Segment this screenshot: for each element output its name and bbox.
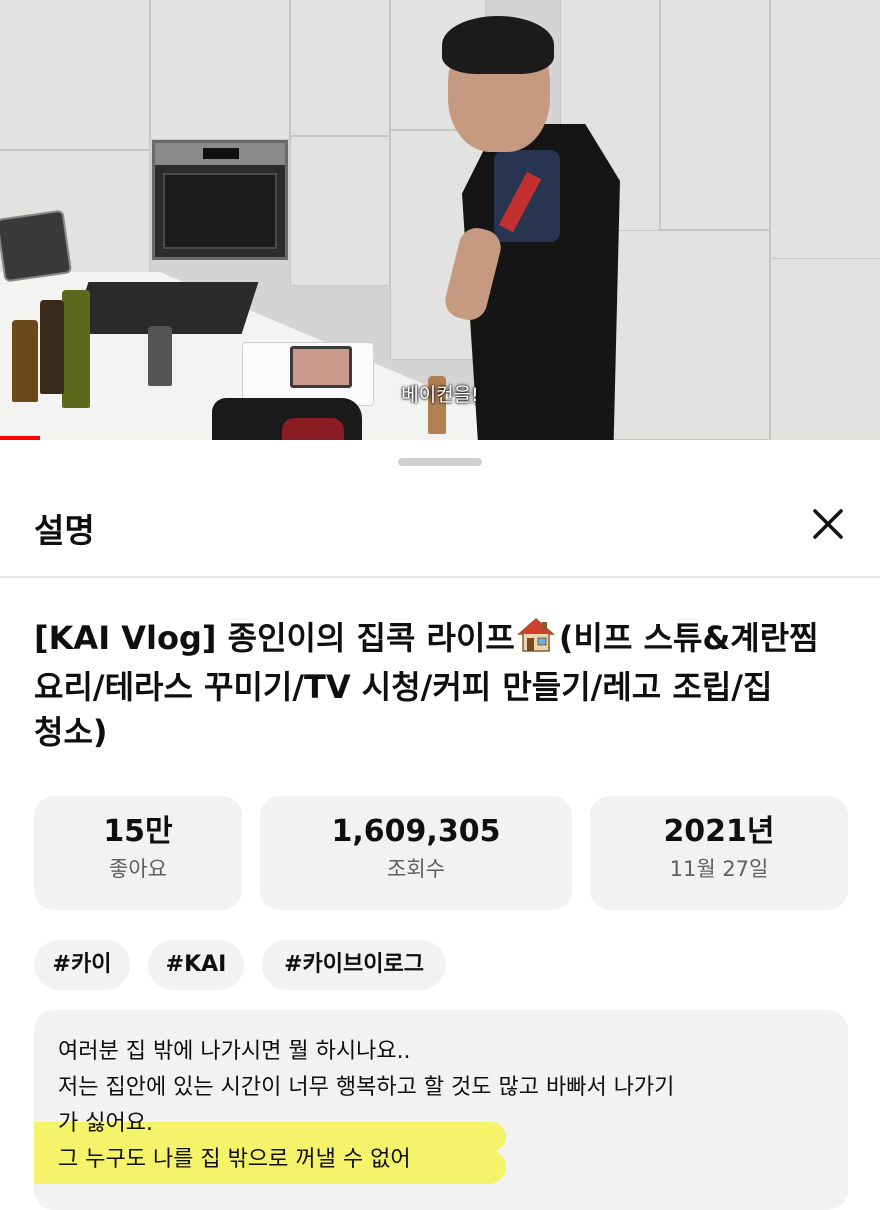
wall-cabinet (660, 0, 770, 230)
hashtag-row: #카이 #KAI #카이브이로그 (34, 940, 854, 990)
description-line: 저는 집안에 있는 시간이 너무 행복하고 할 것도 많고 바빠서 나가기 (58, 1075, 675, 1100)
description-box: 여러분 집 밖에 나가시면 뭘 하시나요.. 저는 집안에 있는 시간이 너무 … (34, 1010, 848, 1210)
video-title: [KAI Vlog] 종인이의 집콕 라이프 (비프 스튜&계란찜 요리/테라스… (34, 616, 854, 755)
video-title-line-2: 요리/테라스 꾸미기/TV 시청/커피 만들기/레고 조립/집 (34, 668, 773, 706)
publish-date: 11월 27일 (669, 857, 769, 881)
drag-handle[interactable] (398, 458, 482, 466)
wall-cabinet (150, 0, 290, 140)
grinder (148, 326, 172, 386)
views-stat: 1,609,305 조회수 (260, 796, 572, 910)
wall-cabinet (0, 0, 150, 150)
phone-on-tripod (0, 209, 73, 283)
likes-count: 15만 (103, 814, 173, 849)
house-icon (516, 617, 555, 665)
raw-meat (282, 418, 344, 440)
likes-stat: 15만 좋아요 (34, 796, 242, 910)
description-line: 가 싫어요. (58, 1111, 153, 1136)
person-hair (442, 16, 554, 74)
stats-row: 15만 좋아요 1,609,305 조회수 2021년 11월 27일 (34, 796, 848, 910)
video-caption: 베이컨을! (401, 384, 479, 406)
description-sheet: 설명 [KAI Vlog] 종인이의 집콕 라이프 (비프 스튜&계란찜 요리/… (0, 440, 880, 1210)
wall-cabinet (290, 0, 390, 136)
publish-year: 2021년 (663, 814, 775, 849)
hashtag-chip[interactable]: #카이브이로그 (262, 940, 446, 990)
wall-cabinet (290, 136, 390, 286)
close-button[interactable] (806, 502, 850, 546)
views-count: 1,609,305 (331, 814, 501, 849)
close-icon (813, 509, 843, 539)
wall-cabinet (610, 230, 770, 440)
date-stat: 2021년 11월 27일 (590, 796, 848, 910)
hashtag-chip[interactable]: #KAI (148, 940, 244, 990)
likes-label: 좋아요 (109, 857, 167, 881)
sheet-title: 설명 (34, 511, 95, 550)
sheet-header: 설명 (0, 490, 880, 576)
views-label: 조회수 (387, 857, 445, 881)
video-player[interactable]: 베이컨을! (0, 0, 880, 440)
wall-oven (152, 140, 288, 260)
description-line: 그 누구도 나를 집 밖으로 꺼낼 수 없어 (58, 1147, 411, 1172)
header-divider (0, 576, 880, 578)
hashtag-chip[interactable]: #카이 (34, 940, 130, 990)
wall-cabinet (770, 0, 880, 260)
wall-cabinet (770, 258, 880, 440)
video-title-line-1-tail: (비프 스튜&계란찜 (558, 619, 819, 657)
video-title-line-1: [KAI Vlog] 종인이의 집콕 라이프 (34, 619, 515, 657)
description-line: 여러분 집 밖에 나가시면 뭘 하시나요.. (58, 1039, 411, 1064)
video-title-line-3: 청소) (34, 713, 108, 751)
